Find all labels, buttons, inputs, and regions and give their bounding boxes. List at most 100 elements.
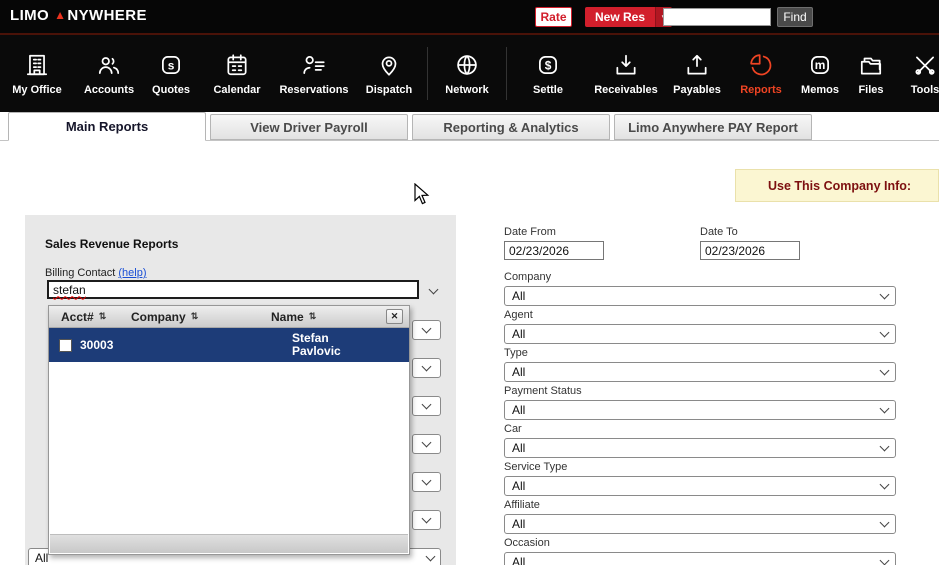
tab-limo-anywhere-pay-report[interactable]: Limo Anywhere PAY Report [614, 114, 812, 140]
use-company-info-notice[interactable]: Use This Company Info: [735, 169, 939, 202]
new-res-button[interactable]: New Res ▼ [585, 7, 672, 27]
download-tray-icon [613, 52, 639, 78]
upload-tray-icon [684, 52, 710, 78]
svg-text:s: s [168, 58, 175, 72]
agent-select[interactable]: All [504, 324, 896, 344]
row-checkbox[interactable] [59, 339, 72, 352]
company-select[interactable]: All [504, 286, 896, 306]
nav-item-accounts[interactable]: Accounts [74, 35, 144, 112]
top-bar: LIMO ▲ NYWHERE Rate New Res ▼ Find [0, 0, 939, 33]
billing-contact-dropdown-toggle[interactable] [425, 283, 441, 298]
nav-item-dispatch[interactable]: Dispatch [352, 35, 426, 112]
new-res-label[interactable]: New Res [585, 7, 655, 27]
close-icon[interactable]: ✕ [386, 309, 403, 324]
nav-label: Accounts [84, 84, 134, 96]
chevron-down-icon [426, 552, 436, 562]
contact-result-row[interactable]: 30003 Stefan Pavlovic [49, 328, 409, 362]
column-header-name[interactable]: Name ⇅ [271, 310, 357, 324]
date-from-input[interactable] [504, 241, 604, 260]
hidden-select-3[interactable] [412, 396, 441, 416]
rate-button[interactable]: Rate [535, 7, 572, 27]
nav-item-my-office[interactable]: My Office [0, 35, 74, 112]
field-affiliate: Affiliate All [504, 499, 896, 534]
nav-label: Reports [740, 84, 782, 96]
popup-scrollbar[interactable] [50, 534, 408, 553]
type-select[interactable]: All [504, 362, 896, 382]
billing-contact-search-input[interactable]: stefan [47, 280, 419, 299]
nav-label: Settle [533, 84, 563, 96]
date-to-input[interactable] [700, 241, 800, 260]
nav-label: Receivables [594, 84, 658, 96]
nav-item-tools[interactable]: Tools [894, 35, 939, 112]
hidden-select-6[interactable] [412, 510, 441, 530]
field-company: Company All [504, 271, 896, 306]
service-type-select[interactable]: All [504, 476, 896, 496]
field-service-type: Service Type All [504, 461, 896, 496]
column-header-label: Name [271, 310, 304, 324]
hidden-select-1[interactable] [412, 320, 441, 340]
field-label: Payment Status [504, 385, 896, 398]
field-label: Company [504, 271, 896, 284]
select-value: All [512, 365, 525, 379]
billing-contact-search-value: stefan [53, 283, 86, 297]
nav-divider [506, 47, 507, 100]
nav-label: Files [858, 84, 883, 96]
chevron-down-icon [428, 284, 438, 294]
date-range-row: Date From Date To [504, 226, 896, 260]
payment-status-select[interactable]: All [504, 400, 896, 420]
memo-m-badge-icon: m [807, 52, 833, 78]
sort-icon[interactable]: ⇅ [191, 311, 199, 322]
field-label: Date To [700, 226, 896, 239]
occasion-select[interactable]: All [504, 552, 896, 565]
nav-label: Memos [801, 84, 839, 96]
tab-reporting-analytics[interactable]: Reporting & Analytics [412, 114, 610, 140]
chevron-down-icon [422, 362, 432, 372]
car-select[interactable]: All [504, 438, 896, 458]
quotes-s-badge-icon: s [158, 52, 184, 78]
nav-item-memos[interactable]: m Memos [792, 35, 848, 112]
nav-item-reports[interactable]: Reports [730, 35, 792, 112]
column-header-label: Acct# [61, 310, 94, 324]
nav-item-receivables[interactable]: Receivables [588, 35, 664, 112]
panel-title: Sales Revenue Reports [45, 237, 178, 251]
select-value: All [512, 327, 525, 341]
sort-icon[interactable]: ⇅ [309, 311, 317, 322]
select-value: All [35, 551, 48, 565]
contact-last-name: Pavlovic [292, 344, 341, 358]
nav-item-files[interactable]: Files [848, 35, 894, 112]
nav-label: Network [445, 84, 488, 96]
hidden-select-2[interactable] [412, 358, 441, 378]
chevron-down-icon [880, 442, 890, 452]
chevron-down-icon [422, 324, 432, 334]
field-label: Date From [504, 226, 700, 239]
select-value: All [512, 441, 525, 455]
nav-label: Tools [911, 84, 939, 96]
tab-view-driver-payroll[interactable]: View Driver Payroll [210, 114, 408, 140]
nav-item-network[interactable]: Network [429, 35, 505, 112]
column-header-acct[interactable]: Acct# ⇅ [61, 310, 131, 324]
field-label: Occasion [504, 537, 896, 550]
find-button[interactable]: Find [777, 7, 813, 27]
hidden-select-4[interactable] [412, 434, 441, 454]
affiliate-select[interactable]: All [504, 514, 896, 534]
nav-item-settle[interactable]: $ Settle [508, 35, 588, 112]
chevron-down-icon [880, 366, 890, 376]
nav-divider [427, 47, 428, 100]
billing-contact-help-link[interactable]: (help) [118, 267, 146, 279]
sort-icon[interactable]: ⇅ [99, 311, 107, 322]
field-label: Type [504, 347, 896, 360]
nav-item-calendar[interactable]: Calendar [198, 35, 276, 112]
field-car: Car All [504, 423, 896, 458]
notice-label: Use This Company Info: [768, 179, 911, 193]
tab-main-reports[interactable]: Main Reports [8, 112, 206, 141]
field-occasion: Occasion All [504, 537, 896, 565]
quick-find-input[interactable] [663, 8, 771, 26]
nav-item-reservations[interactable]: Reservations [276, 35, 352, 112]
field-label: Service Type [504, 461, 896, 474]
limo-anywhere-logo[interactable]: LIMO ▲ NYWHERE [10, 7, 147, 24]
column-header-company[interactable]: Company ⇅ [131, 310, 271, 324]
hidden-select-5[interactable] [412, 472, 441, 492]
field-type: Type All [504, 347, 896, 382]
nav-item-payables[interactable]: Payables [664, 35, 730, 112]
nav-item-quotes[interactable]: s Quotes [144, 35, 198, 112]
